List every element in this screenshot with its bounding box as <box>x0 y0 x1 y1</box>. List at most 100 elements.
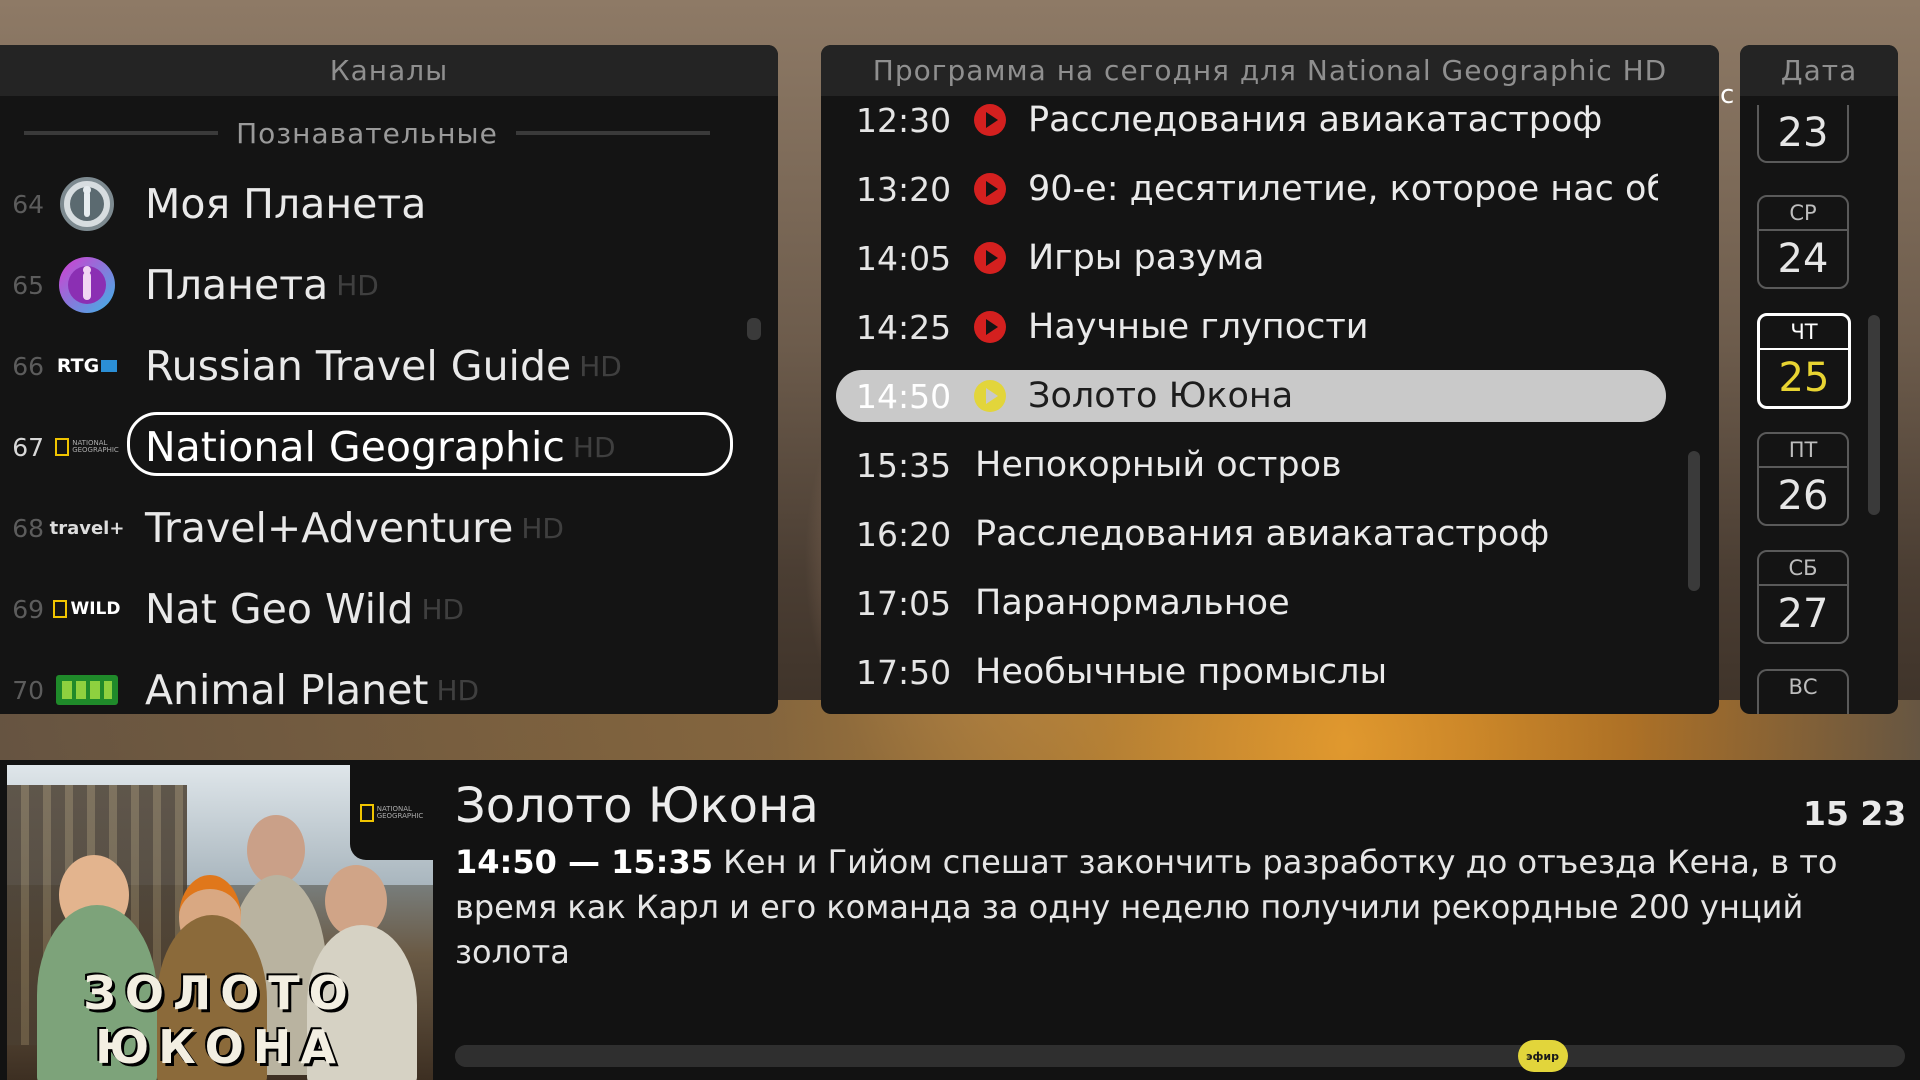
national-geographic-logo-icon: NATIONAL GEOGRAPHIC <box>350 765 433 860</box>
program-description: 14:50 — 15:35 Кен и Гийом спешат закончи… <box>455 840 1895 975</box>
planeta-hd-logo-icon <box>52 255 122 315</box>
channel-row-69[interactable]: 69 WILD Nat Geo Wild HD <box>0 574 760 644</box>
hd-badge: HD <box>436 673 480 707</box>
date-weekday: ПТ <box>1759 434 1847 468</box>
date-card[interactable]: ПТ 26 <box>1757 432 1849 526</box>
channels-panel-title: Каналы <box>0 45 778 96</box>
date-scrollbar[interactable] <box>1868 315 1880 515</box>
channel-row-65[interactable]: 65 Планета HD <box>0 250 760 320</box>
play-record-icon <box>974 311 1006 343</box>
program-time: 13:20 <box>856 169 952 209</box>
program-title: Научные глупости <box>1028 307 1369 347</box>
program-list: 12:30 Расследования авиакатастроф 13:20 … <box>821 96 1719 714</box>
date-card[interactable]: СБ 27 <box>1757 550 1849 644</box>
program-time: 14:50 <box>856 376 952 416</box>
program-title: Необычные промыслы <box>975 652 1388 692</box>
date-day: 24 <box>1777 236 1829 282</box>
program-title: Игры разума <box>1028 238 1265 278</box>
program-time: 15:35 <box>856 445 952 485</box>
date-day: 25 <box>1778 355 1830 401</box>
rtg-tv-logo-icon: RTG <box>52 336 122 396</box>
nat-geo-wild-logo-icon: WILD <box>52 579 122 639</box>
channels-scrollbar[interactable] <box>747 318 761 340</box>
category-separator: Познавательные <box>24 113 710 153</box>
clock: 15 23 <box>1803 794 1907 833</box>
date-weekday: ВС <box>1788 675 1818 699</box>
category-label: Познавательные <box>236 116 498 150</box>
date-weekday: ЧТ <box>1760 316 1848 350</box>
play-record-icon <box>974 242 1006 274</box>
program-time-range: 14:50 — 15:35 <box>455 843 713 881</box>
play-record-icon <box>974 173 1006 205</box>
date-day: 23 <box>1777 110 1829 156</box>
animal-planet-logo-icon <box>52 660 122 714</box>
channel-name: Моя Планета <box>145 180 427 228</box>
program-row[interactable]: 12:30 Расследования авиакатастроф <box>821 91 1681 149</box>
clipped-text-fragment: c <box>1720 80 1735 110</box>
selection-outline <box>127 412 733 476</box>
moya-planeta-logo-icon <box>52 174 122 234</box>
national-geographic-logo-icon: NATIONAL GEOGRAPHIC <box>52 417 122 477</box>
program-time: 14:25 <box>856 307 952 347</box>
program-title: Расследования авиакатастроф <box>1028 100 1603 140</box>
channel-row-64[interactable]: 64 Моя Планета <box>0 169 760 239</box>
travel-adventure-logo-icon: travel+ <box>49 498 125 558</box>
hd-badge: HD <box>579 349 622 383</box>
channels-panel: Каналы Познавательные 64 Моя Планета 65 … <box>0 45 778 714</box>
date-day: 27 <box>1777 591 1829 637</box>
program-row[interactable]: 14:25 Научные глупости <box>821 298 1681 356</box>
channel-number: 68 <box>12 513 44 543</box>
live-badge: эфир <box>1517 1040 1568 1072</box>
program-time: 16:20 <box>856 514 952 554</box>
program-row[interactable]: 16:20 Расследования авиакатастроф <box>821 505 1681 563</box>
channel-name: Animal Planet <box>145 666 429 714</box>
program-row[interactable]: 17:50 Необычные промыслы <box>821 643 1681 701</box>
play-icon <box>974 380 1006 412</box>
channel-row-67[interactable]: 67 NATIONAL GEOGRAPHIC National Geographi… <box>0 412 760 482</box>
date-card-selected[interactable]: ЧТ 25 <box>1757 313 1851 409</box>
program-progress-bar: эфир <box>455 1040 1905 1072</box>
program-row-current[interactable]: 14:50 Золото Юкона <box>836 370 1666 422</box>
channel-row-68[interactable]: 68 travel+ Travel+Adventure HD <box>0 493 760 563</box>
channel-number: 69 <box>12 594 44 624</box>
program-title: Паранормальное <box>975 583 1290 623</box>
divider <box>24 131 219 135</box>
date-card[interactable]: СР 24 <box>1757 195 1849 289</box>
program-time: 12:30 <box>856 100 952 140</box>
program-title: 90-е: десятилетие, которое нас объе <box>1028 169 1658 209</box>
channel-number: 65 <box>12 270 44 300</box>
logo-text: travel+ <box>49 517 125 539</box>
program-title: Золото Юкона <box>455 778 819 834</box>
channel-name: Travel+Adventure <box>145 504 514 552</box>
program-time: 14:05 <box>856 238 952 278</box>
program-title: Расследования авиакатастроф <box>975 514 1550 554</box>
program-scrollbar[interactable] <box>1688 451 1700 591</box>
channel-number: 70 <box>12 675 44 705</box>
channel-row-66[interactable]: 66 RTG Russian Travel Guide HD <box>0 331 760 401</box>
date-card[interactable]: ВС <box>1757 669 1849 714</box>
channel-number: 64 <box>12 189 44 219</box>
hd-badge: HD <box>336 268 379 302</box>
date-day: 26 <box>1777 473 1829 519</box>
date-panel-title: Дата <box>1740 45 1898 96</box>
logo-text: RTG <box>56 355 100 377</box>
date-panel: Дата 23 СР 24 ЧТ 25 ПТ 26 СБ 27 ВС <box>1740 45 1898 714</box>
logo-text: WILD <box>70 599 121 619</box>
program-row[interactable]: 15:35 Непокорный остров <box>821 436 1681 494</box>
channel-row-70[interactable]: 70 Animal Planet HD <box>0 655 760 714</box>
date-weekday: СБ <box>1759 552 1847 586</box>
channel-number: 67 <box>12 432 44 462</box>
hd-badge: HD <box>421 592 465 626</box>
program-row[interactable]: 14:05 Игры разума <box>821 229 1681 287</box>
program-title: Золото Юкона <box>1028 376 1294 416</box>
channel-number: 66 <box>12 351 44 381</box>
date-card[interactable]: 23 <box>1757 105 1849 163</box>
program-row[interactable]: 13:20 90-е: десятилетие, которое нас объ… <box>821 160 1681 218</box>
date-weekday: СР <box>1759 197 1847 231</box>
channel-name: Планета <box>145 261 329 309</box>
play-record-icon <box>974 104 1006 136</box>
channel-name: Nat Geo Wild <box>145 585 414 633</box>
program-panel: Программа на сегодня для National Geogra… <box>821 45 1719 714</box>
divider <box>515 131 710 135</box>
program-row[interactable]: 17:05 Паранормальное <box>821 574 1681 632</box>
